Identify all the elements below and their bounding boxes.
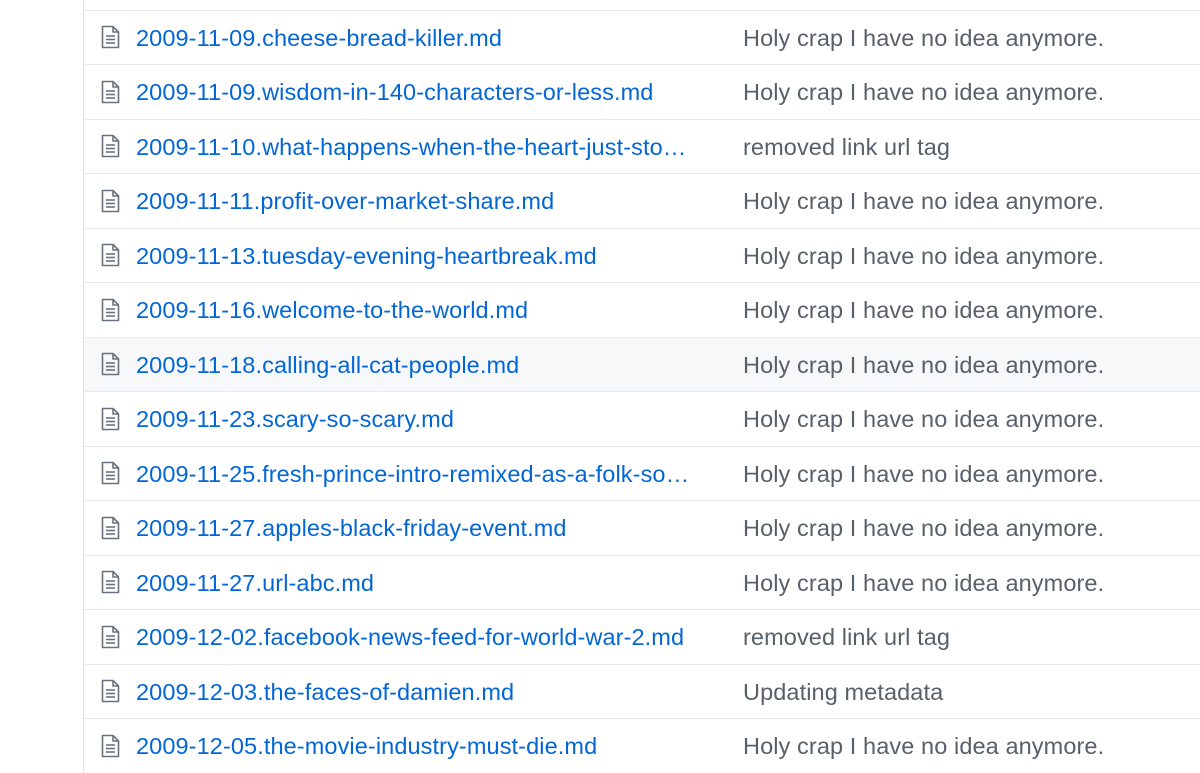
- file-row[interactable]: 2009-11-16.welcome-to-the-world.md Holy …: [84, 282, 1200, 337]
- commit-message-link[interactable]: Holy crap I have no idea anymore.: [743, 65, 1104, 119]
- file-name-link[interactable]: 2009-11-16.welcome-to-the-world.md: [136, 283, 718, 337]
- commit-message-link[interactable]: Holy crap I have no idea anymore.: [743, 719, 1104, 773]
- file-row[interactable]: 2009-11-09.cheese-bread-killer.md Holy c…: [84, 9, 1200, 65]
- file-name-link[interactable]: 2009-11-18.calling-all-cat-people.md: [136, 338, 718, 392]
- commit-message-link[interactable]: removed link url tag: [743, 610, 950, 664]
- commit-message-link[interactable]: Holy crap I have no idea anymore.: [743, 556, 1104, 610]
- file-name-link[interactable]: 2009-12-05.the-movie-industry-must-die.m…: [136, 719, 718, 773]
- file-text-icon: [101, 243, 120, 267]
- file-list: 2009-11-09.cheese-bread-killer.md Holy c…: [83, 0, 1200, 773]
- file-row[interactable]: 2009-11-11.profit-over-market-share.md H…: [84, 173, 1200, 228]
- file-name-link[interactable]: 2009-11-11.profit-over-market-share.md: [136, 174, 718, 228]
- file-name-link[interactable]: 2009-11-09.wisdom-in-140-characters-or-l…: [136, 65, 718, 119]
- commit-message-link[interactable]: Holy crap I have no idea anymore.: [743, 392, 1104, 446]
- file-name-link[interactable]: 2009-11-13.tuesday-evening-heartbreak.md: [136, 229, 718, 283]
- file-row[interactable]: 2009-11-27.apples-black-friday-event.md …: [84, 500, 1200, 555]
- file-text-icon: [101, 298, 120, 322]
- file-name-link[interactable]: 2009-11-25.fresh-prince-intro-remixed-as…: [136, 447, 718, 501]
- commit-message-link[interactable]: Holy crap I have no idea anymore.: [743, 174, 1104, 228]
- commit-message-link[interactable]: Holy crap I have no idea anymore.: [743, 501, 1104, 555]
- file-name-link[interactable]: 2009-11-10.what-happens-when-the-heart-j…: [136, 120, 718, 174]
- file-row[interactable]: 2009-11-23.scary-so-scary.md Holy crap I…: [84, 391, 1200, 446]
- file-text-icon: [101, 570, 120, 594]
- file-name-link[interactable]: 2009-11-09.cheese-bread-killer.md: [136, 11, 718, 65]
- commit-message-link[interactable]: Holy crap I have no idea anymore.: [743, 338, 1104, 392]
- file-name-link[interactable]: [136, 0, 718, 10]
- file-row[interactable]: 2009-12-05.the-movie-industry-must-die.m…: [84, 718, 1200, 773]
- file-row[interactable]: 2009-12-03.the-faces-of-damien.md Updati…: [84, 663, 1200, 719]
- file-row[interactable]: 2009-11-25.fresh-prince-intro-remixed-as…: [84, 445, 1200, 501]
- file-name-link[interactable]: 2009-12-03.the-faces-of-damien.md: [136, 665, 718, 719]
- commit-message-link[interactable]: Holy crap I have no idea anymore.: [743, 447, 1104, 501]
- file-text-icon: [101, 189, 120, 213]
- file-row: [84, 0, 1200, 10]
- file-text-icon: [101, 461, 120, 485]
- file-text-icon: [101, 516, 120, 540]
- file-text-icon: [101, 407, 120, 431]
- file-name-link[interactable]: 2009-11-27.url-abc.md: [136, 556, 718, 610]
- commit-message-link[interactable]: Holy crap I have no idea anymore.: [743, 229, 1104, 283]
- file-name-link[interactable]: 2009-11-27.apples-black-friday-event.md: [136, 501, 718, 555]
- file-row-hovered[interactable]: 2009-11-18.calling-all-cat-people.md Hol…: [84, 336, 1200, 392]
- file-text-icon: [101, 134, 120, 158]
- file-row[interactable]: 2009-12-02.facebook-news-feed-for-world-…: [84, 609, 1200, 664]
- file-row[interactable]: 2009-11-10.what-happens-when-the-heart-j…: [84, 118, 1200, 174]
- file-text-icon: [101, 25, 120, 49]
- commit-message-link[interactable]: Holy crap I have no idea anymore.: [743, 11, 1104, 65]
- file-text-icon: [101, 80, 120, 104]
- commit-message-link[interactable]: Updating metadata: [743, 665, 943, 719]
- file-row[interactable]: 2009-11-27.url-abc.md Holy crap I have n…: [84, 554, 1200, 610]
- file-text-icon: [101, 734, 120, 758]
- file-text-icon: [101, 679, 120, 703]
- file-text-icon: [101, 352, 120, 376]
- file-row[interactable]: 2009-11-09.wisdom-in-140-characters-or-l…: [84, 64, 1200, 119]
- commit-message-link[interactable]: Holy crap I have no idea anymore.: [743, 283, 1104, 337]
- file-name-link[interactable]: 2009-11-23.scary-so-scary.md: [136, 392, 718, 446]
- file-text-icon: [101, 625, 120, 649]
- file-row[interactable]: 2009-11-13.tuesday-evening-heartbreak.md…: [84, 227, 1200, 283]
- file-name-link[interactable]: 2009-12-02.facebook-news-feed-for-world-…: [136, 610, 718, 664]
- commit-message-link[interactable]: removed link url tag: [743, 120, 950, 174]
